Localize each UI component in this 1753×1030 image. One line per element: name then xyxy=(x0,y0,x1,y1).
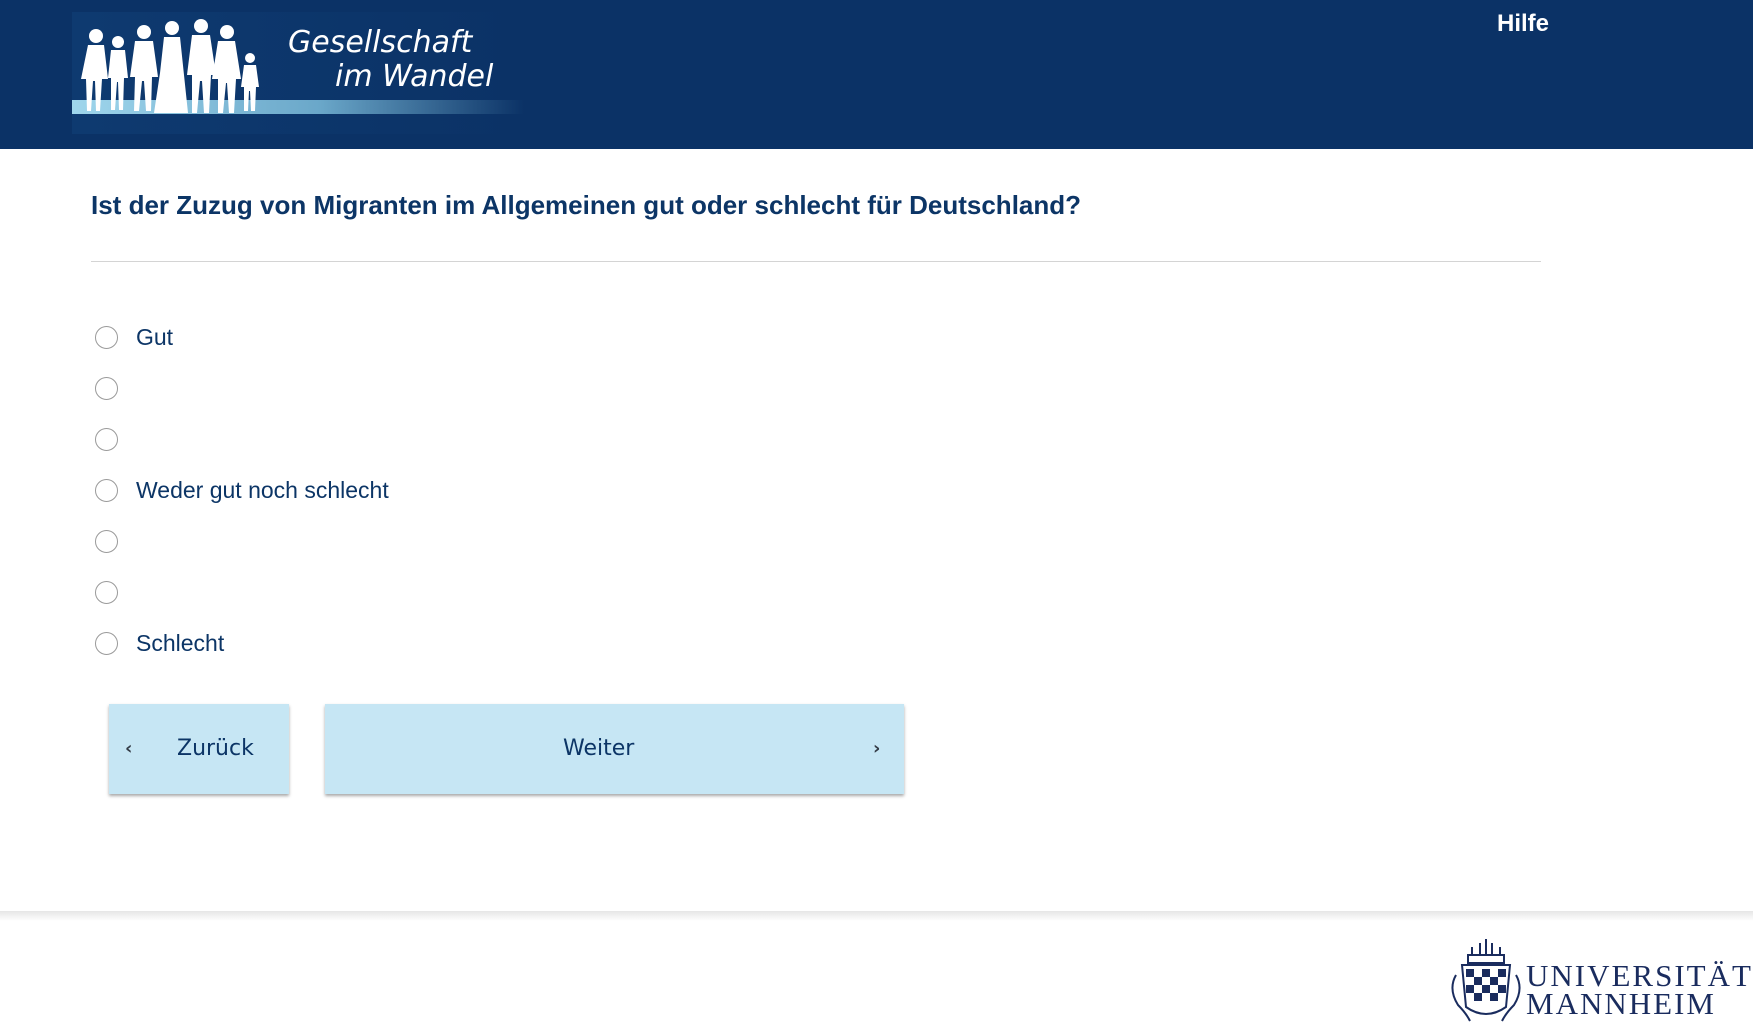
footer-divider xyxy=(0,911,1753,921)
logo-line1: Gesellschaft xyxy=(288,25,474,60)
option-6[interactable] xyxy=(95,567,389,618)
option-label: Gut xyxy=(136,324,174,350)
chevron-left-icon: ‹ xyxy=(125,738,133,759)
answer-options: Gut Weder gut noch schlecht Schlecht xyxy=(95,312,389,669)
help-link[interactable]: Hilfe xyxy=(1497,10,1549,38)
radio-button[interactable] xyxy=(95,530,118,553)
option-schlecht[interactable]: Schlecht xyxy=(95,618,389,669)
divider xyxy=(91,261,1541,262)
option-5[interactable] xyxy=(95,516,389,567)
question-text: Ist der Zuzug von Migranten im Allgemein… xyxy=(91,190,1082,220)
universitaet-mannheim-logo: UNIVERSITÄT MANNHEIM xyxy=(1446,935,1751,1025)
header-bar: Gesellschaft im Wandel Hilfe xyxy=(0,0,1753,149)
option-gut[interactable]: Gut xyxy=(95,312,389,363)
radio-button[interactable] xyxy=(95,428,118,451)
radio-button[interactable] xyxy=(95,581,118,604)
option-3[interactable] xyxy=(95,414,389,465)
back-button-label: Zurück xyxy=(177,736,254,761)
radio-button[interactable] xyxy=(95,377,118,400)
radio-button[interactable] xyxy=(95,326,118,349)
option-weder-gut-noch-schlecht[interactable]: Weder gut noch schlecht xyxy=(95,465,389,516)
option-label: Weder gut noch schlecht xyxy=(136,477,389,503)
option-2[interactable] xyxy=(95,363,389,414)
mannheim-crest-icon xyxy=(1451,939,1521,1022)
chevron-right-icon: › xyxy=(873,738,881,759)
university-name-line2: MANNHEIM xyxy=(1526,986,1716,1021)
radio-button[interactable] xyxy=(95,479,118,502)
radio-button[interactable] xyxy=(95,632,118,655)
next-button-label: Weiter xyxy=(563,736,635,761)
logo-line2: im Wandel xyxy=(335,59,494,94)
option-label: Schlecht xyxy=(136,630,225,656)
back-button[interactable]: ‹ Zurück xyxy=(109,704,289,794)
gesellschaft-im-wandel-logo: Gesellschaft im Wandel xyxy=(72,12,524,134)
next-button[interactable]: Weiter › xyxy=(325,704,904,794)
